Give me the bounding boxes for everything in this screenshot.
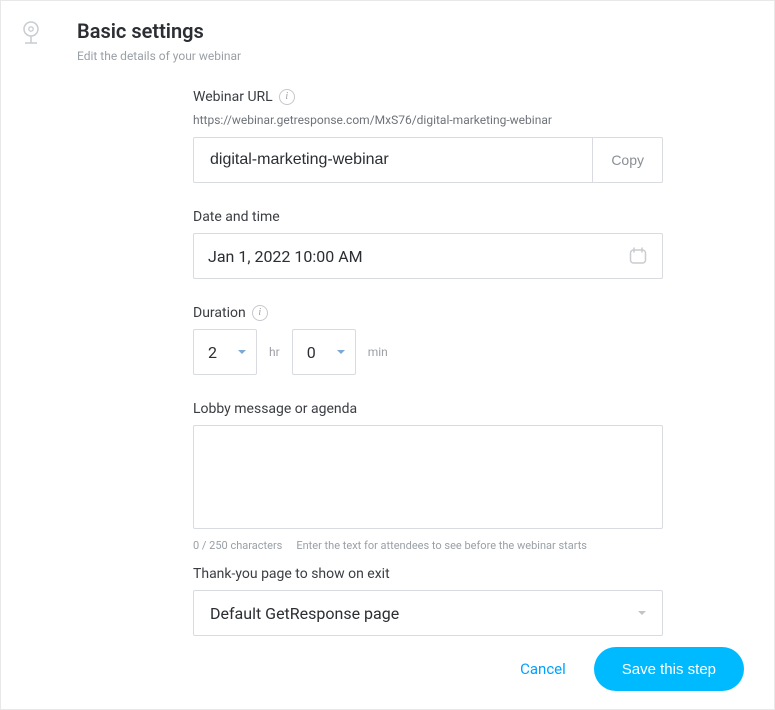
thankyou-value: Default GetResponse page xyxy=(210,604,399,623)
lobby-hint-row: 0 / 250 characters Enter the text for at… xyxy=(193,539,663,552)
datetime-input[interactable]: Jan 1, 2022 10:00 AM xyxy=(193,233,663,279)
save-button[interactable]: Save this step xyxy=(594,647,744,691)
calendar-icon xyxy=(628,246,648,266)
hours-select[interactable]: 2 xyxy=(193,329,257,375)
chevron-down-icon xyxy=(638,611,646,615)
header-row: Basic settings Edit the details of your … xyxy=(17,19,744,63)
duration-label-row: Duration i xyxy=(193,305,663,321)
lobby-hint: Enter the text for attendees to see befo… xyxy=(296,539,587,552)
page-subtitle: Edit the details of your webinar xyxy=(77,49,744,63)
minutes-value: 0 xyxy=(307,343,316,362)
chevron-down-icon xyxy=(238,350,246,354)
datetime-value: Jan 1, 2022 10:00 AM xyxy=(208,247,363,266)
hours-value: 2 xyxy=(208,343,217,362)
thankyou-block: Thank-you page to show on exit Default G… xyxy=(193,566,663,636)
datetime-label: Date and time xyxy=(193,209,280,225)
minutes-select[interactable]: 0 xyxy=(292,329,356,375)
thankyou-select[interactable]: Default GetResponse page xyxy=(193,590,663,636)
chevron-down-icon xyxy=(337,350,345,354)
duration-row: 2 hr 0 min xyxy=(193,329,663,375)
page-title: Basic settings xyxy=(77,19,744,43)
minutes-unit: min xyxy=(368,345,388,359)
url-block: Webinar URL i https://webinar.getrespons… xyxy=(193,89,663,183)
lobby-label: Lobby message or agenda xyxy=(193,401,357,417)
footer: Cancel Save this step xyxy=(520,647,744,691)
webcam-icon xyxy=(21,21,41,47)
url-label-row: Webinar URL i xyxy=(193,89,663,105)
info-icon[interactable]: i xyxy=(252,305,268,321)
cancel-button[interactable]: Cancel xyxy=(520,660,566,678)
url-preview: https://webinar.getresponse.com/MxS76/di… xyxy=(193,113,663,127)
duration-label: Duration xyxy=(193,305,246,321)
title-block: Basic settings Edit the details of your … xyxy=(65,19,744,63)
thankyou-label: Thank-you page to show on exit xyxy=(193,566,390,582)
duration-block: Duration i 2 hr 0 min xyxy=(193,305,663,375)
copy-button[interactable]: Copy xyxy=(592,138,662,182)
hours-unit: hr xyxy=(269,345,280,359)
thankyou-label-row: Thank-you page to show on exit xyxy=(193,566,663,582)
lobby-block: Lobby message or agenda 0 / 250 characte… xyxy=(193,401,663,552)
datetime-label-row: Date and time xyxy=(193,209,663,225)
url-input-row: Copy xyxy=(193,137,663,183)
url-label: Webinar URL xyxy=(193,89,273,105)
lobby-label-row: Lobby message or agenda xyxy=(193,401,663,417)
basic-settings-panel: Basic settings Edit the details of your … xyxy=(0,0,775,710)
lobby-textarea[interactable] xyxy=(193,425,663,529)
lobby-counter: 0 / 250 characters xyxy=(193,539,282,552)
info-icon[interactable]: i xyxy=(279,89,295,105)
form: Webinar URL i https://webinar.getrespons… xyxy=(193,89,663,636)
url-input[interactable] xyxy=(194,138,592,182)
datetime-block: Date and time Jan 1, 2022 10:00 AM xyxy=(193,209,663,279)
